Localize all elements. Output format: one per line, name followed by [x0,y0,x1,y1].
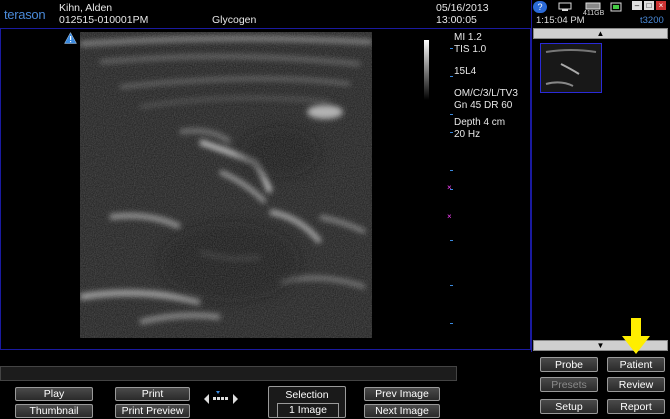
probe-name: 15L4 [454,66,477,77]
header-bar: terason Kihn, Alden 012515-010001PM Glyc… [0,0,531,29]
network-icon [558,2,572,11]
minimize-button[interactable]: – [632,1,642,10]
report-button[interactable]: Report [607,399,665,414]
patient-name: Kihn, Alden [59,2,113,14]
patient-id: 012515-010001PM [59,14,149,26]
thumbnail-button[interactable]: Thumbnail [15,404,93,418]
status-bar [0,366,457,381]
prev-image-button[interactable]: Prev Image [364,387,440,401]
gain-dr: Gn 45 DR 60 [454,100,513,111]
depth-value: Depth 4 cm [454,117,506,128]
focus-marker-2: × [447,212,452,221]
ultrasound-image[interactable] [80,32,372,338]
selection-box[interactable]: Selection 1 Image [268,386,346,418]
app-logo: terason [4,7,46,22]
preset-name: OM/C/3/L/TV3 [454,88,518,99]
setup-button[interactable]: Setup [540,399,598,414]
selection-arrows-icon[interactable] [201,389,241,409]
play-button[interactable]: Play [15,387,93,401]
restore-button[interactable]: □ [644,1,654,10]
warning-icon[interactable] [64,32,77,44]
focus-marker-1: × [447,183,452,192]
disk-space: 411GB [583,10,605,17]
selection-label: Selection [285,389,329,401]
battery-icon [610,2,622,12]
close-button[interactable]: × [656,1,666,10]
yellow-arrow-icon [622,318,650,354]
image-thumbnail[interactable] [540,43,602,93]
study-name: Glycogen [212,14,257,26]
frame-rate: 20 Hz [454,129,481,140]
review-button[interactable]: Review [607,377,665,392]
model-name: t3200 [640,15,664,26]
print-preview-button[interactable]: Print Preview [115,404,190,418]
scan-parameters: MI 1.2 TIS 1.0 15L4 OM/C/3/L/TV3 Gn 45 D… [454,32,518,141]
presets-button[interactable]: Presets [540,377,598,392]
next-image-button[interactable]: Next Image [364,404,440,418]
selection-count: 1 Image [277,403,339,418]
mi-value: MI 1.2 [454,32,482,43]
hard-drive-icon [585,2,601,10]
probe-button[interactable]: Probe [540,357,598,372]
print-button[interactable]: Print [115,387,190,401]
thumbnail-scroll-up-button[interactable]: ▲ [533,28,668,39]
help-icon[interactable]: ? [533,1,547,13]
patient-button[interactable]: Patient [607,357,665,372]
grayscale-bar [424,40,429,100]
exam-date: 05/16/2013 [436,2,489,14]
exam-time: 13:00:05 [436,14,477,26]
system-clock: 1:15:04 PM [536,15,585,26]
tis-value: TIS 1.0 [454,44,487,55]
